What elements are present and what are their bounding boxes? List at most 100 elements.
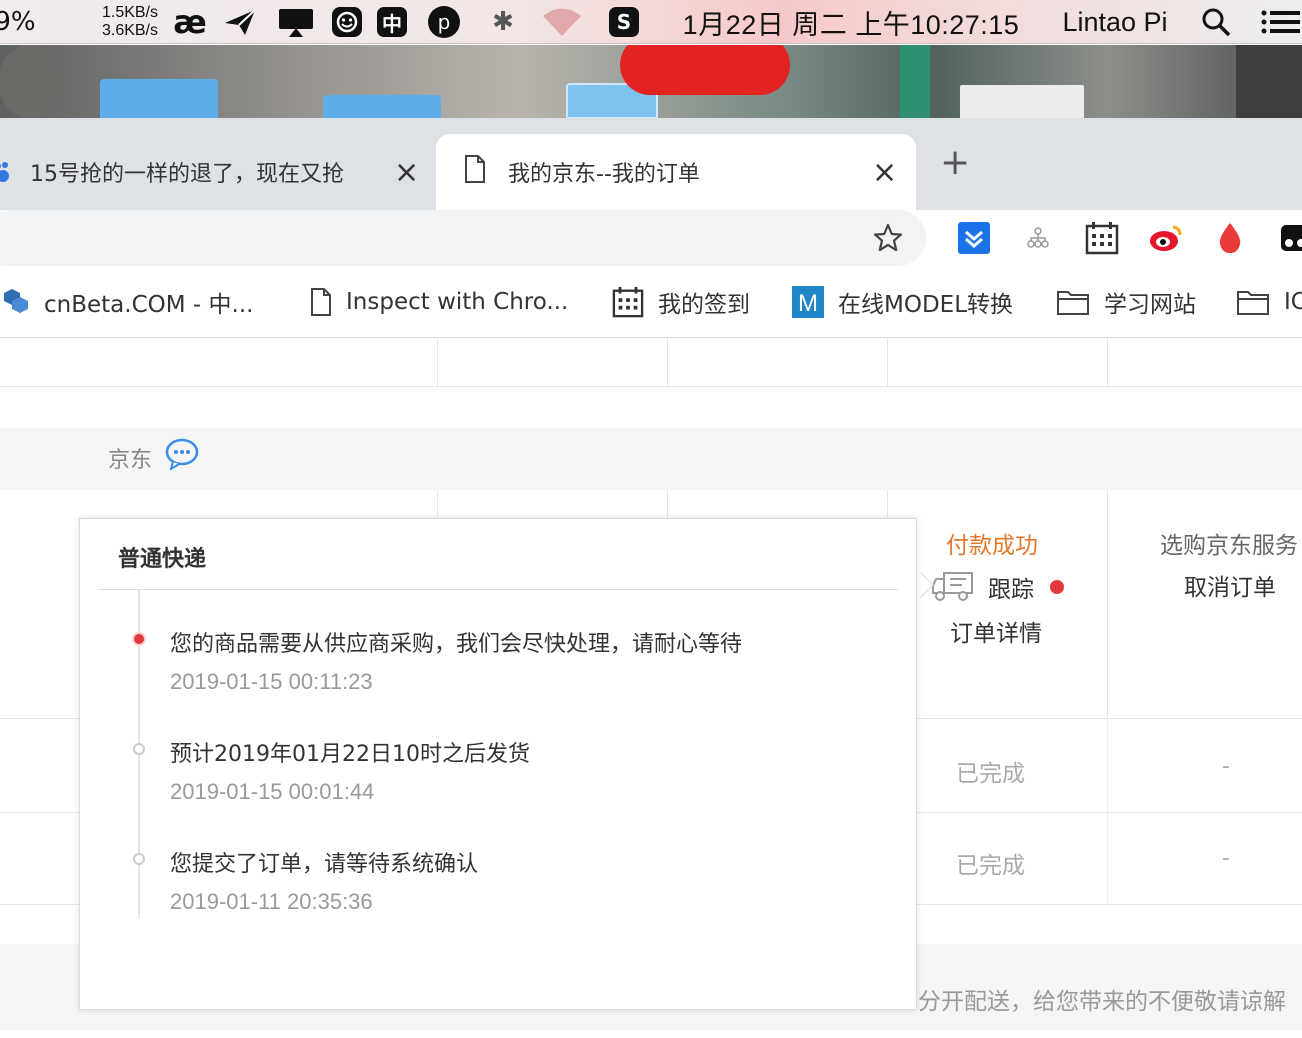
menubar-username[interactable]: Lintao Pi <box>1056 0 1174 44</box>
bookmark-folder-ic[interactable]: IC <box>1236 266 1302 338</box>
sogou-icon[interactable]: S <box>606 0 642 44</box>
timeline-dot-current <box>132 632 146 646</box>
event-text: 预计2019年01月22日10时之后发货 <box>170 742 530 767</box>
network-speed[interactable]: 1.5KB/s 3.6KB/s <box>82 0 158 44</box>
airplay-icon[interactable] <box>276 0 316 44</box>
desktop-dark-panel <box>1236 45 1302 118</box>
spotlight-search-icon[interactable] <box>1198 0 1234 44</box>
table-divider <box>0 386 1302 387</box>
tab-inactive[interactable]: 15号抢的一样的退了，现在又抢 × <box>0 134 432 210</box>
tab-title: 我的京东--我的订单 <box>508 162 700 187</box>
new-tab-button[interactable]: + <box>940 142 970 183</box>
p-icon[interactable]: p <box>426 0 462 44</box>
row-action: - <box>1222 754 1230 779</box>
svg-text:M: M <box>798 290 818 317</box>
face-icon[interactable] <box>330 0 364 44</box>
timeline-dot <box>133 743 145 755</box>
bookmark-inspect[interactable]: Inspect with Chro... <box>310 266 568 338</box>
folder-icon <box>1056 288 1090 316</box>
m-icon: M <box>792 286 824 318</box>
bookmark-label: cnBeta.COM - 中... <box>44 292 254 318</box>
cancel-order-link[interactable]: 取消订单 <box>1184 568 1276 602</box>
event-time: 2019-01-15 00:11:23 <box>170 669 373 694</box>
bookmark-label: 在线MODEL转换 <box>838 292 1014 318</box>
desktop-green-neon <box>900 45 930 118</box>
truck-icon[interactable] <box>932 570 974 606</box>
folder-icon <box>1236 288 1270 316</box>
bookmark-label: Inspect with Chro... <box>346 289 569 315</box>
close-tab-icon[interactable]: × <box>872 155 897 190</box>
table-divider <box>1107 490 1108 718</box>
track-alert-dot <box>1050 580 1064 594</box>
desktop-background <box>0 45 1302 118</box>
logistics-popup: 普通快递 您的商品需要从供应商采购，我们会尽快处理，请耐心等待 2019-01-… <box>79 518 917 1010</box>
bluetooth-icon[interactable]: ✱ <box>488 0 518 44</box>
desktop-wall <box>0 45 60 118</box>
extension-red-drop-icon[interactable] <box>1212 220 1248 256</box>
input-method-icon[interactable]: 中 <box>374 0 410 44</box>
sogou-char: S <box>609 7 639 37</box>
address-bar[interactable] <box>0 210 926 266</box>
battery-percent[interactable]: 9% <box>0 0 36 44</box>
buy-service-link[interactable]: 选购京东服务 <box>1160 526 1298 560</box>
event-time: 2019-01-11 20:35:36 <box>170 889 373 914</box>
bookmarks-bar: cnBeta.COM - 中... Inspect with Chro... 我… <box>0 266 1302 338</box>
event-text: 您提交了订单，请等待系统确认 <box>170 852 479 877</box>
popup-title: 普通快递 <box>118 547 207 572</box>
order-detail-link[interactable]: 订单详情 <box>950 614 1042 648</box>
page-icon <box>310 288 332 316</box>
popup-divider <box>98 589 898 590</box>
ae-icon[interactable]: æ <box>172 0 208 44</box>
page-icon <box>464 155 486 189</box>
chat-icon[interactable] <box>165 438 199 474</box>
shop-name[interactable]: 京东 <box>108 442 152 474</box>
desktop-folder-icon[interactable] <box>100 79 218 118</box>
browser-tab-bar: 15号抢的一样的退了，现在又抢 × 我的京东--我的订单 × <box>0 118 1302 210</box>
order-status: 付款成功 <box>946 533 1038 559</box>
event-text: 您的商品需要从供应商采购，我们会尽快处理，请耐心等待 <box>170 632 743 657</box>
tab-active[interactable]: 我的京东--我的订单 × <box>436 134 916 210</box>
bookmark-folder-study[interactable]: 学习网站 <box>1056 266 1196 338</box>
net-upload: 1.5KB/s <box>101 4 158 21</box>
extension-calendar-icon[interactable] <box>1084 220 1120 256</box>
event-time: 2019-01-15 00:01:44 <box>170 779 375 804</box>
desktop-red-neon <box>620 45 790 95</box>
input-method-char: 中 <box>377 7 407 37</box>
table-divider <box>437 338 438 386</box>
table-divider <box>887 338 888 386</box>
desktop-window-thumb <box>960 85 1084 118</box>
calendar-icon <box>612 286 644 318</box>
extension-download-icon[interactable] <box>956 220 992 256</box>
extension-dark-icon[interactable] <box>1276 220 1302 256</box>
bookmark-label: IC <box>1284 289 1302 315</box>
table-divider <box>1107 718 1108 904</box>
bookmark-cnbeta[interactable]: cnBeta.COM - 中... <box>0 266 253 338</box>
p-char: p <box>428 6 460 38</box>
extension-weibo-icon[interactable] <box>1148 220 1184 256</box>
bookmark-model[interactable]: M 在线MODEL转换 <box>792 266 1013 338</box>
timeline-dot <box>133 853 145 865</box>
track-link[interactable]: 跟踪 <box>988 570 1034 604</box>
cnbeta-icon <box>0 287 30 317</box>
notification-center-icon[interactable] <box>1258 0 1302 44</box>
menubar-clock[interactable]: 1月22日 周二 上午10:27:15 <box>668 0 1034 44</box>
wifi-icon[interactable] <box>540 0 584 44</box>
table-divider <box>667 338 668 386</box>
net-download: 3.6KB/s <box>101 22 158 39</box>
bookmark-star-icon[interactable] <box>872 222 904 258</box>
row-action: - <box>1222 846 1230 871</box>
paperplane-icon[interactable] <box>222 0 258 44</box>
baidu-paw-icon <box>0 160 12 184</box>
bookmark-signin[interactable]: 我的签到 <box>612 266 750 338</box>
table-divider <box>1107 338 1108 386</box>
desktop-folder-icon[interactable] <box>323 95 441 118</box>
close-tab-icon[interactable]: × <box>394 155 419 190</box>
menu-bar: 9% 1.5KB/s 3.6KB/s æ 中 p ✱ S 1月22日 周二 上午… <box>0 0 1302 44</box>
bookmark-label: 学习网站 <box>1104 292 1196 318</box>
extension-sitemap-icon[interactable] <box>1020 220 1056 256</box>
row-status: 已完成 <box>956 853 1025 879</box>
bookmark-label: 我的签到 <box>658 292 750 318</box>
tab-title: 15号抢的一样的退了，现在又抢 <box>30 162 344 187</box>
row-status: 已完成 <box>956 761 1025 787</box>
delivery-notice: 分开配送，给您带来的不便敬请谅解 <box>918 989 1286 1015</box>
